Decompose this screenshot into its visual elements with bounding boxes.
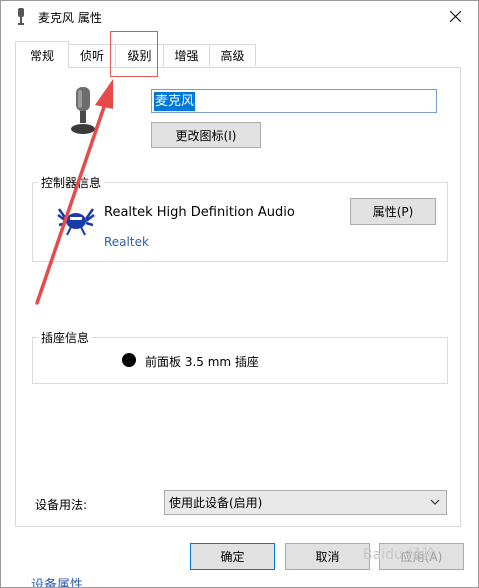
controller-properties-label: 属性(P) (372, 205, 414, 219)
ok-button[interactable]: 确定 (190, 543, 275, 570)
tab-general[interactable]: 常规 (15, 41, 69, 68)
change-icon-button[interactable]: 更改图标(I) (151, 122, 261, 148)
cancel-label: 取消 (315, 550, 340, 564)
controller-info-legend: 控制器信息 (38, 174, 105, 191)
device-properties-link-cut: 设备属性 (31, 578, 84, 588)
device-name-input[interactable]: 麦克风 (151, 89, 437, 113)
cancel-button[interactable]: 取消 (285, 543, 370, 570)
tab-enhancements[interactable]: 增强 (163, 44, 210, 66)
controller-name: Realtek High Definition Audio (104, 205, 295, 220)
device-usage-select[interactable]: 使用此设备(启用) (164, 490, 447, 515)
tab-advanced[interactable]: 高级 (209, 44, 256, 66)
device-usage-label: 设备用法: (35, 498, 88, 512)
tab-listen[interactable]: 侦听 (68, 44, 116, 66)
device-usage-value: 使用此设备(启用) (169, 496, 263, 510)
controller-properties-button[interactable]: 属性(P) (350, 198, 436, 225)
realtek-crab-icon (57, 208, 95, 236)
tab-strip: 常规 侦听 级别 增强 高级 (15, 41, 475, 68)
chevron-down-icon (430, 499, 440, 505)
title-bar: 麦克风 属性 (1, 1, 478, 32)
close-button[interactable] (432, 1, 478, 32)
device-name-value: 麦克风 (154, 92, 196, 111)
tab-label: 增强 (174, 49, 199, 63)
change-icon-label: 更改图标(I) (175, 128, 237, 143)
close-icon (449, 11, 461, 22)
jack-label: 前面板 3.5 mm 插座 (145, 355, 259, 369)
jack-color-indicator (122, 353, 136, 367)
window-title: 麦克风 属性 (38, 11, 102, 25)
watermark: Baidu 经验 (363, 537, 467, 571)
tab-label: 高级 (220, 49, 245, 63)
watermark-text: Baidu 经验 (363, 547, 436, 563)
microphone-icon (18, 8, 24, 25)
tab-label: 侦听 (79, 49, 104, 63)
properties-dialog: 麦克风 属性 常规 侦听 级别 增强 高级 麦克风 更改图标(I) 控制器信息 … (0, 0, 479, 588)
microphone-device-icon (71, 87, 95, 134)
jack-info-legend: 插座信息 (38, 329, 93, 346)
tab-label: 常规 (29, 48, 54, 63)
realtek-link[interactable]: Realtek (104, 235, 149, 249)
ok-label: 确定 (220, 550, 245, 564)
annotation-highlight-box (110, 31, 158, 77)
